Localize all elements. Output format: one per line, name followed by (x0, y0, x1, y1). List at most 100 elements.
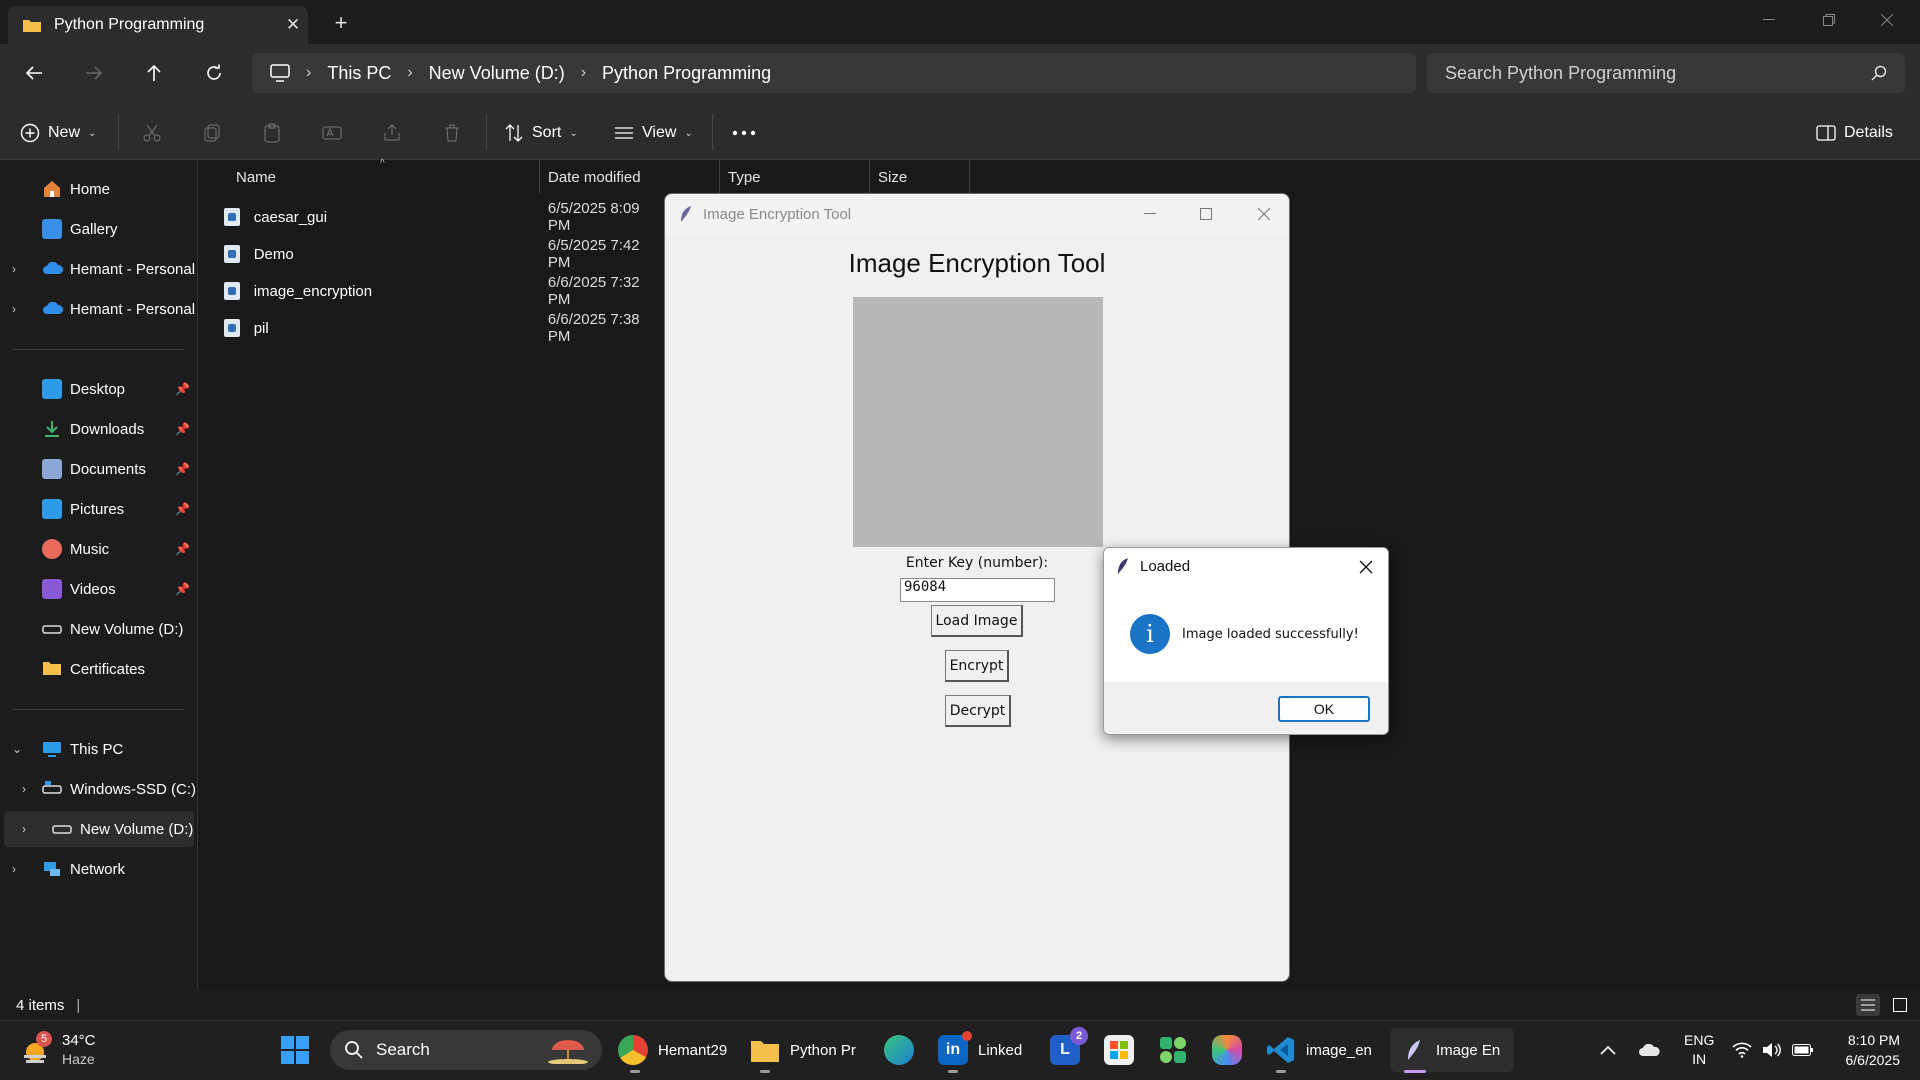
load-image-button[interactable]: Load Image (931, 605, 1023, 637)
nav-item-videos[interactable]: Videos 📌 (0, 571, 196, 607)
nav-item-downloads[interactable]: Downloads 📌 (0, 411, 196, 447)
start-button[interactable] (280, 1028, 310, 1072)
edge-icon (884, 1035, 914, 1065)
details-button[interactable]: Details (1816, 118, 1893, 148)
nav-item-home[interactable]: Home (0, 171, 196, 207)
new-tab-button[interactable]: + (326, 10, 356, 36)
key-input[interactable]: 96084 (900, 578, 1055, 602)
taskbar-app-green[interactable] (1158, 1028, 1188, 1072)
view-button[interactable]: View ⌄ (614, 118, 693, 148)
minimize-button[interactable] (1746, 6, 1792, 34)
address-bar[interactable]: › This PC › New Volume (D:) › Python Pro… (252, 53, 1416, 93)
restore-button[interactable] (1806, 6, 1852, 34)
weather-desc: Haze (62, 1051, 95, 1067)
l-app-icon: L2 (1050, 1027, 1088, 1065)
chevron-down-icon[interactable]: ⌄ (12, 742, 32, 756)
chevron-right-icon[interactable]: › (12, 262, 32, 276)
nav-item-new-volume-tree[interactable]: › New Volume (D:) (4, 811, 194, 847)
taskbar-chrome[interactable]: Hemant29 (618, 1028, 727, 1072)
close-window-button[interactable] (1864, 6, 1910, 34)
taskbar-vscode[interactable]: image_en (1266, 1028, 1372, 1072)
breadcrumb-python-programming[interactable]: Python Programming (602, 63, 771, 84)
feather-icon (1116, 557, 1130, 575)
file-row[interactable]: pil 6/6/2025 7:38 PM (224, 310, 664, 346)
nav-item-new-volume[interactable]: New Volume (D:) (0, 611, 196, 647)
file-row[interactable]: caesar_gui 6/5/2025 8:09 PM (224, 199, 664, 235)
status-divider: | (76, 996, 81, 1014)
rename-icon[interactable] (322, 118, 342, 148)
chevron-down-icon: ⌄ (569, 127, 578, 139)
taskbar-l-app[interactable]: L2 (1050, 1027, 1088, 1072)
large-icons-view-icon[interactable] (1888, 994, 1912, 1016)
paste-icon[interactable] (262, 118, 282, 148)
nav-item-network[interactable]: › Network (0, 851, 196, 887)
search-input[interactable]: Search Python Programming (1427, 53, 1905, 93)
file-row[interactable]: Demo 6/5/2025 7:42 PM (224, 236, 664, 272)
quick-settings[interactable] (1732, 1028, 1814, 1072)
column-header-date[interactable]: Date modified (540, 160, 720, 194)
nav-label: New Volume (D:) (70, 620, 184, 638)
taskbar-linkedin[interactable]: in Linked (938, 1028, 1022, 1072)
column-divider[interactable] (969, 160, 970, 194)
breadcrumb-this-pc[interactable]: This PC (327, 63, 391, 84)
column-header-size[interactable]: Size (870, 160, 970, 194)
chevron-right-icon[interactable]: › (22, 822, 42, 836)
close-icon[interactable] (1354, 555, 1378, 579)
nav-item-onedrive-1[interactable]: › Hemant - Personal (0, 251, 196, 287)
taskbar-edge[interactable] (884, 1028, 914, 1072)
decrypt-button[interactable]: Decrypt (945, 695, 1011, 727)
back-button[interactable] (16, 58, 52, 88)
close-button[interactable] (1249, 202, 1279, 226)
column-header-type[interactable]: Type (720, 160, 870, 194)
cloud-icon (42, 259, 64, 279)
nav-item-desktop[interactable]: Desktop 📌 (0, 371, 196, 407)
nav-item-documents[interactable]: Documents 📌 (0, 451, 196, 487)
language-indicator[interactable]: ENG IN (1684, 1028, 1714, 1072)
pin-icon: 📌 (175, 582, 190, 596)
delete-icon[interactable] (442, 118, 462, 148)
details-label: Details (1844, 124, 1893, 141)
breadcrumb-new-volume[interactable]: New Volume (D:) (429, 63, 565, 84)
nav-label: This PC (70, 740, 124, 758)
taskbar-copilot[interactable] (1212, 1028, 1242, 1072)
taskbar-store[interactable] (1104, 1028, 1134, 1072)
chevron-right-icon[interactable]: › (22, 782, 32, 796)
nav-item-pictures[interactable]: Pictures 📌 (0, 491, 196, 527)
clock[interactable]: 8:10 PM 6/6/2025 (1832, 1028, 1901, 1072)
up-button[interactable] (136, 58, 172, 88)
beach-umbrella-icon (546, 1036, 590, 1064)
forward-button[interactable] (76, 58, 112, 88)
pin-icon: 📌 (175, 422, 190, 436)
ok-button[interactable]: OK (1278, 696, 1370, 722)
nav-item-gallery[interactable]: Gallery (0, 211, 196, 247)
nav-item-this-pc[interactable]: ⌄ This PC (0, 731, 196, 767)
encrypt-button[interactable]: Encrypt (945, 650, 1009, 682)
nav-item-certificates[interactable]: Certificates (0, 651, 196, 687)
new-button[interactable]: New ⌄ (20, 118, 96, 148)
taskbar-search[interactable]: Search (330, 1030, 602, 1070)
show-hidden-icons-button[interactable] (1600, 1028, 1616, 1072)
nav-item-music[interactable]: Music 📌 (0, 531, 196, 567)
taskbar-image-encryption[interactable]: Image En (1390, 1028, 1514, 1072)
chevron-right-icon[interactable]: › (12, 862, 32, 876)
refresh-button[interactable] (196, 58, 232, 88)
sort-button[interactable]: Sort ⌄ (504, 118, 578, 148)
cut-icon[interactable] (142, 118, 162, 148)
more-options-icon[interactable] (732, 118, 756, 148)
maximize-button[interactable] (1191, 202, 1221, 226)
weather-widget[interactable]: 5 34°C Haze (20, 1028, 96, 1072)
onedrive-tray-icon[interactable] (1638, 1028, 1662, 1072)
minimize-button[interactable] (1135, 206, 1165, 222)
share-icon[interactable] (382, 118, 402, 148)
nav-item-windows-ssd[interactable]: › Windows-SSD (C:) (0, 771, 196, 807)
details-view-icon[interactable] (1856, 994, 1880, 1016)
search-icon[interactable] (1871, 65, 1887, 81)
copy-icon[interactable] (202, 118, 222, 148)
nav-item-onedrive-2[interactable]: › Hemant - Personal (0, 291, 196, 327)
tab-python-programming[interactable]: Python Programming ✕ (8, 6, 308, 44)
close-tab-icon[interactable]: ✕ (278, 15, 308, 35)
taskbar-file-explorer[interactable]: Python Pr (750, 1028, 856, 1072)
pc-icon (42, 739, 62, 759)
chevron-right-icon[interactable]: › (12, 302, 32, 316)
file-row[interactable]: image_encryption 6/6/2025 7:32 PM (224, 273, 664, 309)
